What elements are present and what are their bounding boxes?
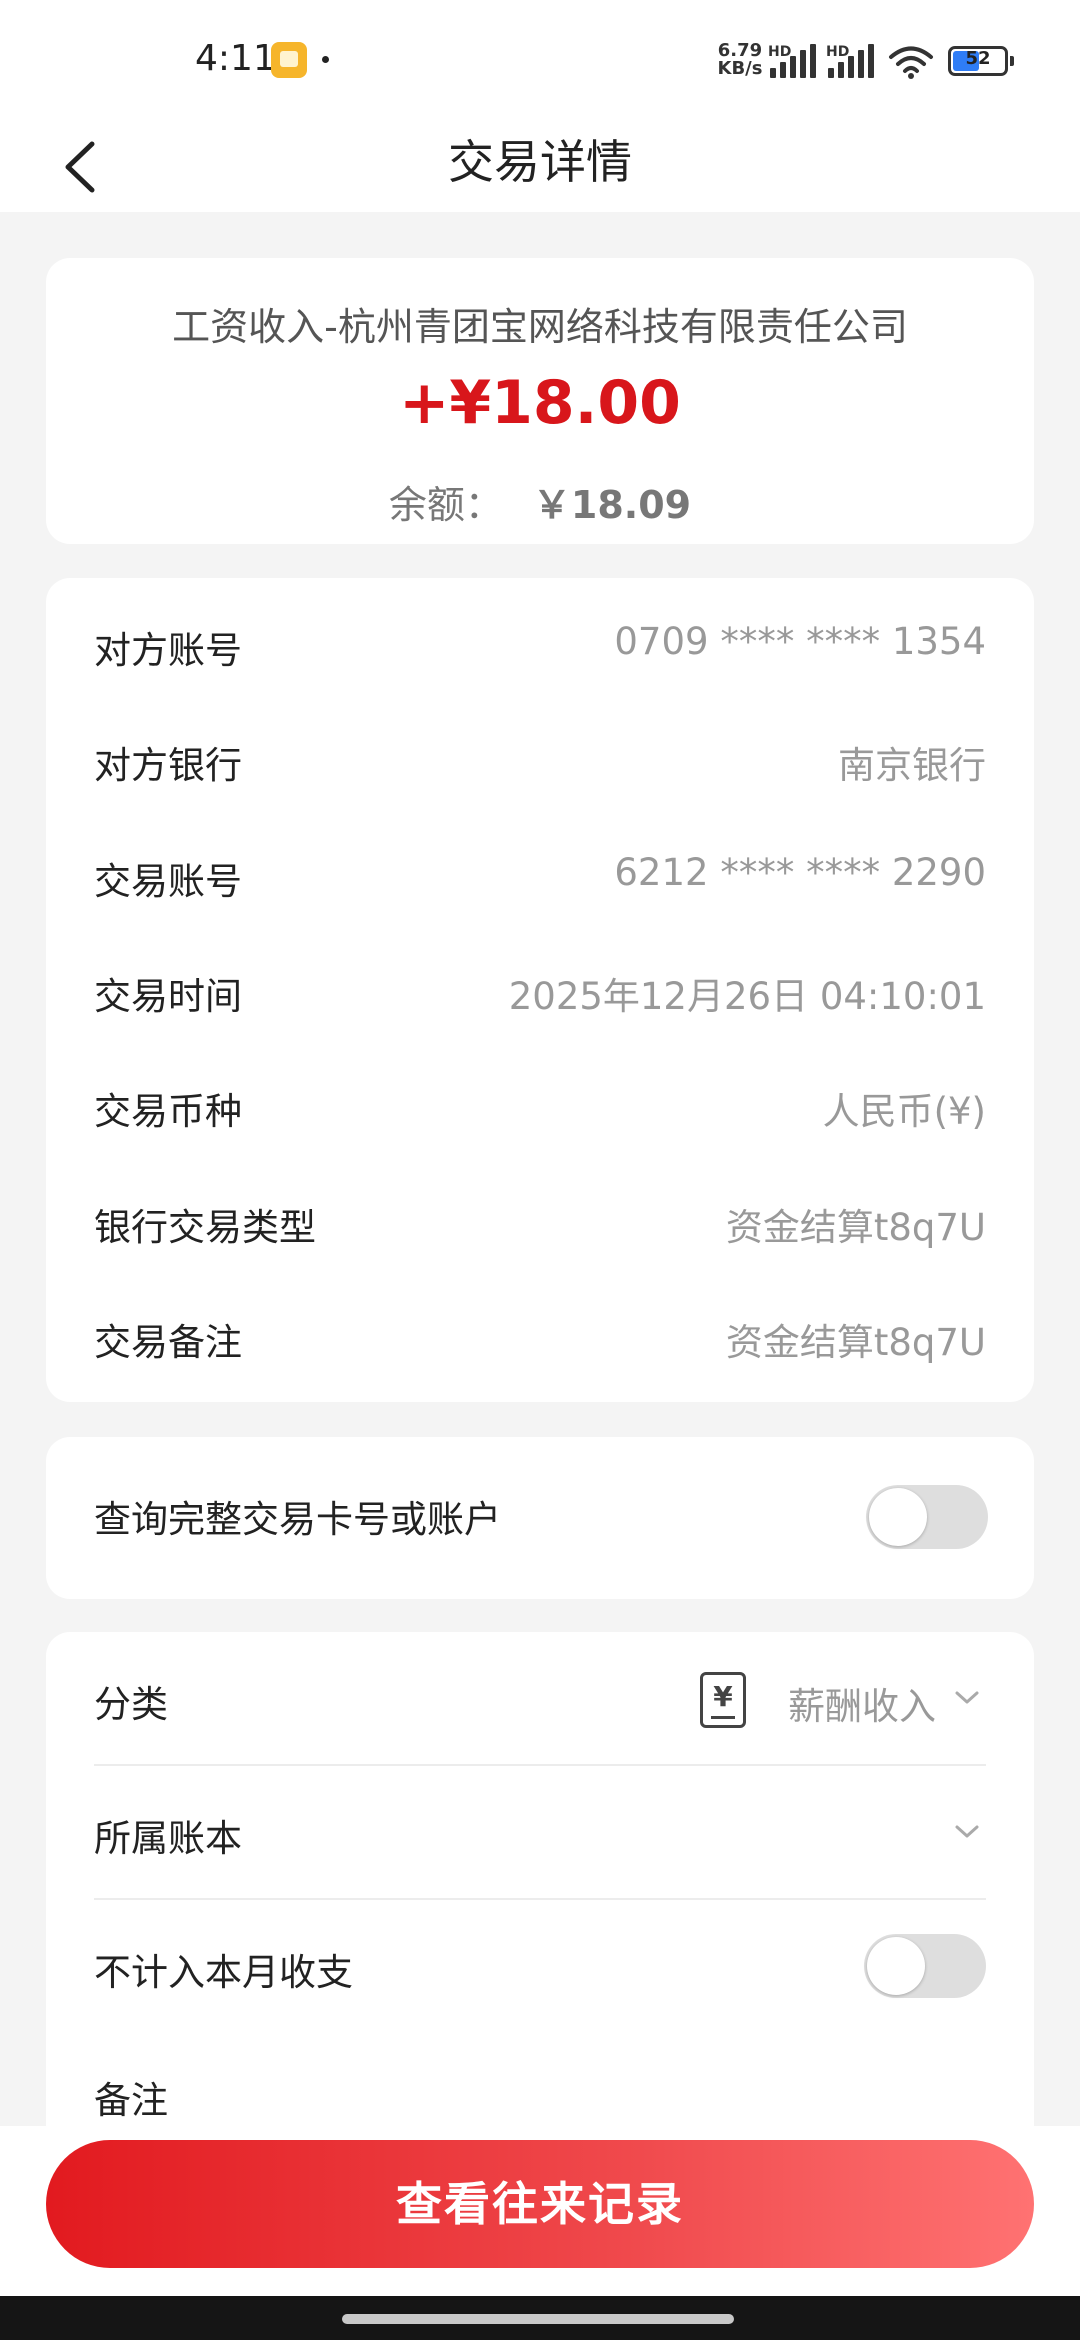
full-card-query-label: 查询完整交易卡号或账户 (94, 1498, 501, 1541)
detail-value: 资金结算t8q7U (725, 1206, 986, 1249)
detail-row-counterparty-account: 对方账号 0709 **** **** 1354 (94, 614, 986, 674)
detail-label: 对方银行 (94, 744, 242, 787)
home-indicator[interactable] (342, 2314, 734, 2324)
detail-value: 2025年12月26日 04:10:01 (508, 975, 986, 1018)
notification-dot-icon (322, 56, 329, 63)
full-card-query-card: 查询完整交易卡号或账户 (46, 1437, 1034, 1599)
transaction-details-card: 对方账号 0709 **** **** 1354 对方银行 南京银行 交易账号 … (46, 578, 1034, 1402)
exclude-monthly-row: 不计入本月收支 (94, 1900, 986, 2032)
signal-2-icon: HD (826, 44, 876, 78)
detail-value: 南京银行 (838, 744, 986, 787)
exclude-monthly-toggle[interactable] (864, 1934, 986, 1998)
signal-2-hd-label: HD (826, 44, 850, 60)
note-label: 备注 (94, 2079, 168, 2122)
detail-row-counterparty-bank: 对方银行 南京银行 (94, 729, 986, 789)
detail-value: 6212 **** **** 2290 (614, 851, 986, 894)
toggle-knob (869, 1488, 927, 1546)
detail-row-currency: 交易币种 人民币(¥) (94, 1075, 986, 1135)
signal-1-hd-label: HD (768, 44, 792, 60)
view-history-button[interactable]: 查看往来记录 (46, 2140, 1034, 2268)
transaction-amount: +¥18.00 (399, 368, 681, 438)
detail-value: 0709 **** **** 1354 (614, 620, 986, 663)
detail-label: 交易时间 (94, 975, 242, 1018)
gallery-notification-icon (271, 42, 307, 78)
network-speed: 6.79 KB/s (716, 42, 764, 78)
detail-value: 资金结算t8q7U (725, 1321, 986, 1364)
detail-label: 交易币种 (94, 1090, 242, 1133)
status-time: 4:11 (195, 38, 276, 79)
category-icon-glyph: ¥ (713, 1680, 733, 1713)
detail-label: 交易备注 (94, 1321, 242, 1364)
detail-row-transaction-time: 交易时间 2025年12月26日 04:10:01 (94, 960, 986, 1020)
status-bar: 4:11 6.79 KB/s HD HD 52 (0, 0, 1080, 120)
ledger-row[interactable]: 所属账本 (94, 1766, 986, 1898)
category-row[interactable]: 分类 ¥ 薪酬收入 (94, 1632, 986, 1764)
chevron-down-icon (955, 1825, 979, 1838)
detail-row-bank-transaction-type: 银行交易类型 资金结算t8q7U (94, 1191, 986, 1251)
transaction-summary-card: 工资收入-杭州青团宝网络科技有限责任公司 +¥18.00 余额： ￥18.09 (46, 258, 1034, 544)
battery-level: 52 (965, 48, 991, 69)
balance-value: ￥18.09 (532, 483, 692, 527)
toggle-knob (867, 1937, 925, 1995)
detail-label: 交易账号 (94, 860, 242, 903)
category-value: 薪酬收入 (788, 1685, 936, 1728)
network-speed-unit: KB/s (717, 58, 763, 79)
system-nav-bar (0, 2296, 1080, 2340)
signal-1-icon: HD (768, 44, 818, 78)
wifi-icon (889, 46, 933, 79)
balance-label: 余额： (388, 483, 503, 527)
detail-value: 人民币(¥) (822, 1090, 986, 1133)
nav-bar: 交易详情 (0, 120, 1080, 212)
detail-row-transaction-account: 交易账号 6212 **** **** 2290 (94, 845, 986, 905)
chevron-down-icon (955, 1691, 979, 1704)
page-title: 交易详情 (448, 135, 632, 189)
balance-line: 余额： ￥18.09 (46, 474, 1034, 529)
salary-category-icon: ¥ (700, 1672, 746, 1728)
bottom-action-area: 查看往来记录 (0, 2126, 1080, 2296)
exclude-monthly-label: 不计入本月收支 (94, 1951, 353, 1994)
counterparty-name: 工资收入-杭州青团宝网络科技有限责任公司 (172, 305, 908, 349)
category-label: 分类 (94, 1683, 168, 1726)
battery-icon: 52 (948, 46, 1014, 76)
category-card: 分类 ¥ 薪酬收入 所属账本 不计入本月收支 备注 (46, 1632, 1034, 2172)
detail-row-transaction-note: 交易备注 资金结算t8q7U (94, 1306, 986, 1366)
full-card-query-toggle[interactable] (866, 1485, 988, 1549)
detail-label: 对方账号 (94, 629, 242, 672)
ledger-label: 所属账本 (94, 1817, 242, 1860)
detail-label: 银行交易类型 (94, 1206, 316, 1249)
